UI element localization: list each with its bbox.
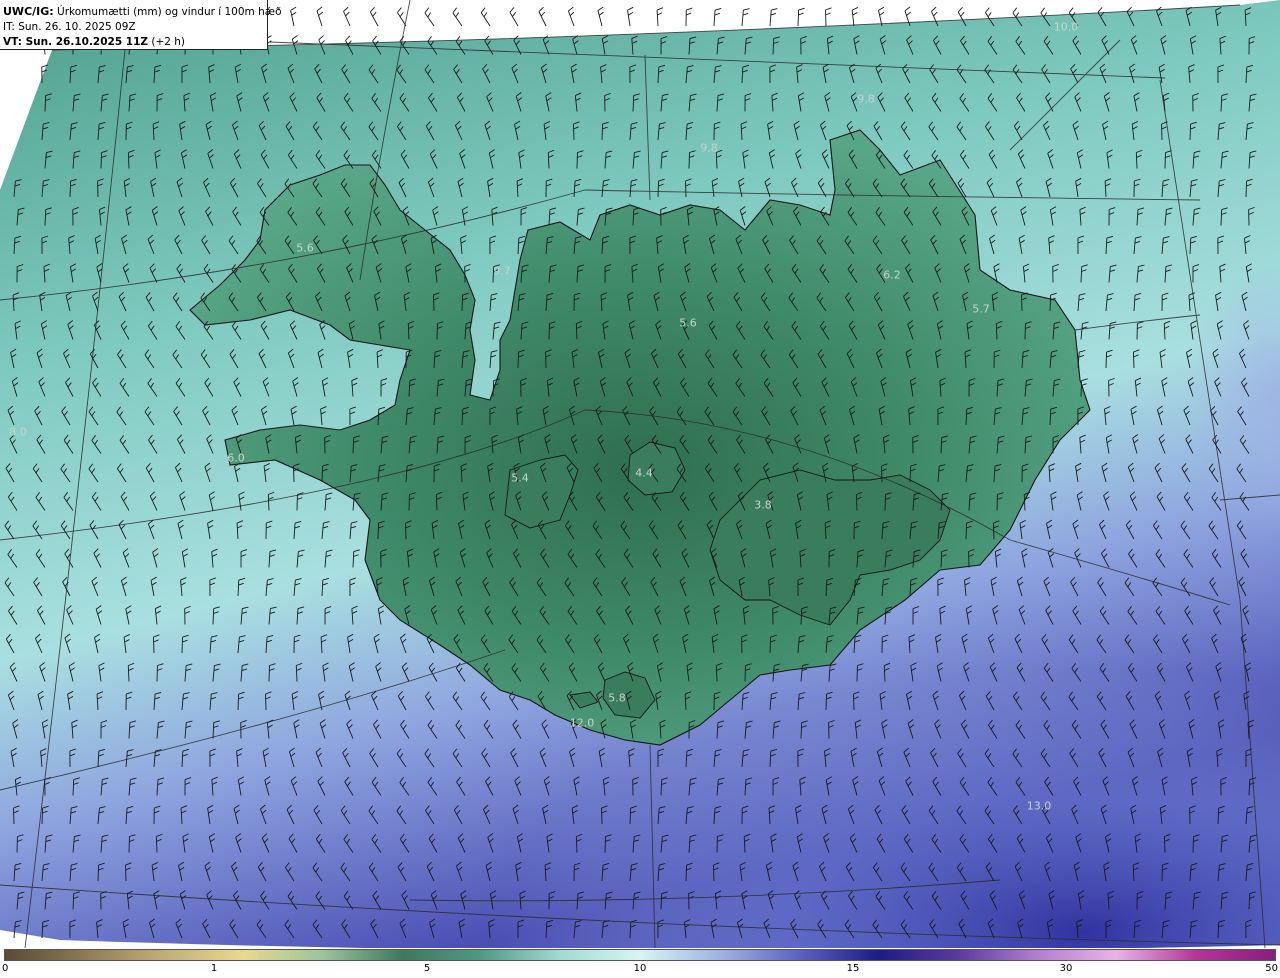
wind-barb xyxy=(343,6,351,27)
scale-tick-label: 30 xyxy=(1059,963,1073,974)
scale-tick-label: 1 xyxy=(210,963,218,974)
wind-barb xyxy=(741,8,750,27)
wind-barb xyxy=(480,7,491,27)
wind-barb xyxy=(290,6,297,27)
scale-tick-label: 15 xyxy=(846,963,860,974)
valid-time-label: VT: Sun. 26.10.2025 11Z xyxy=(3,36,149,48)
wind-barb xyxy=(797,7,805,27)
wind-barb xyxy=(424,7,435,27)
wind-barb xyxy=(597,6,604,27)
wind-barb xyxy=(452,7,463,27)
wind-barb xyxy=(851,7,859,27)
wind-barb xyxy=(567,6,575,27)
scale-tick-label: 5 xyxy=(423,963,431,974)
valid-time: VT: Sun. 26.10.2025 11Z (+2 h) xyxy=(3,35,264,50)
product-description: Úrkomumætti (mm) og vindur í 100m hæð xyxy=(57,6,282,18)
wind-barb xyxy=(656,7,664,27)
wind-barb xyxy=(369,7,379,27)
wind-barb xyxy=(316,6,323,27)
color-scale-legend: 0 1 5 10 15 30 50 xyxy=(0,948,1280,978)
scale-tick-label: 50 xyxy=(1265,963,1278,974)
wind-barb xyxy=(538,6,547,27)
wind-barb xyxy=(713,8,722,27)
map-info-box: UWC/IG: Úrkomumætti (mm) og vindur í 100… xyxy=(0,0,282,50)
color-scale-bar xyxy=(4,949,1276,961)
initial-time: IT: Sun. 26. 10. 2025 09Z xyxy=(3,21,136,33)
scale-tick-label: 10 xyxy=(633,963,647,974)
wind-barb xyxy=(627,6,634,27)
map-canvas xyxy=(0,0,1280,948)
lead-time: (+2 h) xyxy=(148,36,186,48)
wind-barb xyxy=(769,8,778,27)
wind-barb xyxy=(397,7,407,27)
weather-map: 10.0 9.8 9.8 9.7 5.6 6.2 5.7 5.6 8.0 6.0… xyxy=(0,0,1280,978)
scale-tick-label: 0 xyxy=(2,963,9,974)
wind-barb xyxy=(685,7,693,27)
wind-barb xyxy=(825,7,832,27)
wind-barb xyxy=(509,7,519,27)
model-label: UWC/IG: xyxy=(3,5,54,18)
product-title: UWC/IG: Úrkomumætti (mm) og vindur í 100… xyxy=(3,4,282,20)
